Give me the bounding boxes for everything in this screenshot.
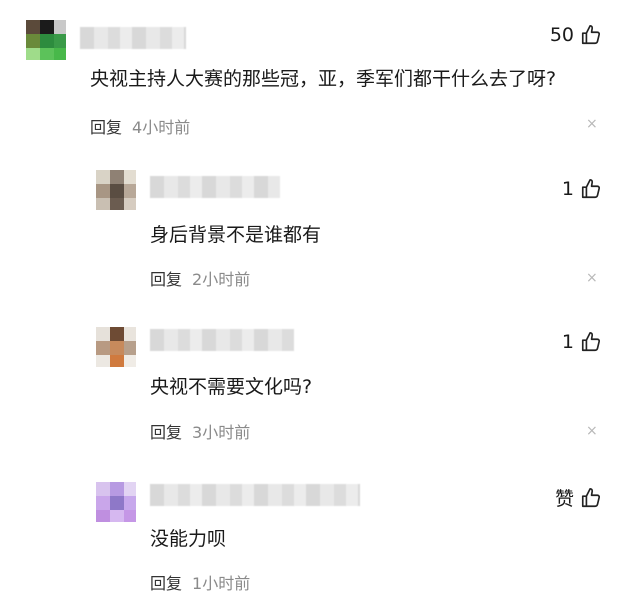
like-button[interactable]: 1 — [562, 178, 602, 200]
comment-text: 央视不需要文化吗? — [150, 376, 313, 398]
username-blurred[interactable] — [150, 484, 360, 506]
comment-meta: 回复 1小时前 — [150, 570, 250, 594]
username-blurred[interactable] — [150, 329, 294, 351]
like-button[interactable]: 50 — [550, 24, 602, 46]
reply-button[interactable]: 回复 — [150, 574, 182, 593]
comment-text: 央视主持人大赛的那些冠，亚，季军们都干什么去了呀? — [90, 68, 557, 90]
avatar[interactable] — [96, 327, 136, 367]
username-blurred[interactable] — [80, 27, 186, 49]
avatar[interactable] — [96, 170, 136, 210]
reply-button[interactable]: 回复 — [90, 118, 122, 137]
like-button[interactable]: 1 — [562, 331, 602, 353]
avatar[interactable] — [26, 20, 66, 60]
reply-item: 1 央视不需要文化吗? 回复 3小时前 × — [0, 315, 640, 455]
close-icon[interactable]: × — [586, 270, 598, 286]
close-icon[interactable]: × — [586, 423, 598, 439]
like-count: 1 — [561, 331, 574, 353]
timestamp: 3小时前 — [192, 423, 251, 442]
close-icon[interactable]: × — [586, 116, 598, 132]
comment-meta: 回复 2小时前 — [150, 266, 250, 290]
reply-item: 赞 没能力呗 回复 1小时前 — [0, 470, 640, 593]
like-button[interactable]: 赞 — [555, 484, 602, 511]
like-label: 赞 — [554, 488, 574, 510]
reply-item: 1 身后背景不是谁都有 回复 2小时前 × — [0, 160, 640, 300]
avatar[interactable] — [96, 482, 136, 522]
comment-text: 没能力呗 — [150, 528, 227, 550]
thumbs-up-icon — [581, 332, 601, 352]
like-count: 50 — [549, 24, 574, 46]
comment-meta: 回复 3小时前 — [150, 419, 250, 443]
thumbs-up-icon — [581, 487, 601, 507]
username-blurred[interactable] — [150, 176, 280, 198]
thumbs-up-icon — [581, 25, 601, 45]
reply-button[interactable]: 回复 — [150, 423, 182, 442]
timestamp: 1小时前 — [192, 574, 251, 593]
comment-text: 身后背景不是谁都有 — [150, 224, 322, 246]
thumbs-up-icon — [581, 179, 601, 199]
timestamp: 2小时前 — [192, 270, 251, 289]
comment-meta: 回复 4小时前 — [90, 114, 190, 138]
reply-button[interactable]: 回复 — [150, 270, 182, 289]
like-count: 1 — [561, 178, 574, 200]
comment-item: 50 央视主持人大赛的那些冠，亚，季军们都干什么去了呀? 回复 4小时前 × — [0, 0, 640, 150]
timestamp: 4小时前 — [132, 118, 191, 137]
